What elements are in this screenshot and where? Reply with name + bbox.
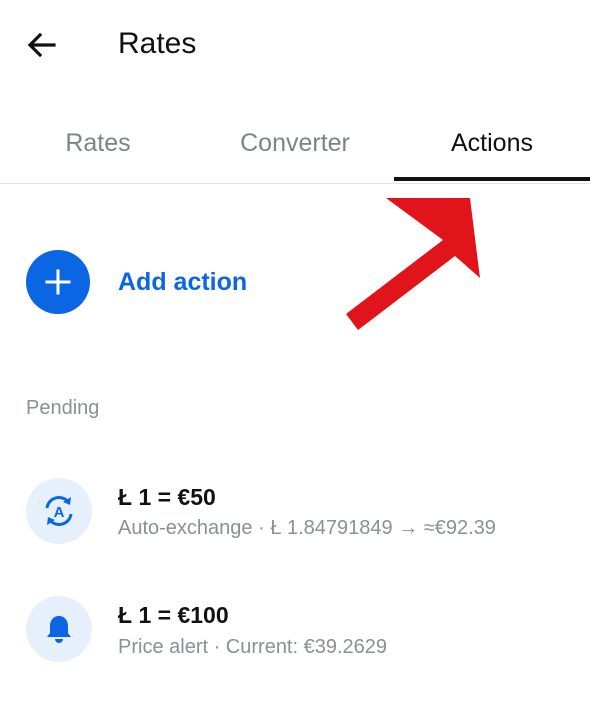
item-icon-container: A: [26, 478, 92, 544]
top-bar: Rates: [0, 0, 590, 92]
tab-bar: Rates Converter Actions: [0, 104, 590, 184]
item-icon-container: [26, 596, 92, 662]
list-item-price-alert[interactable]: Ł 1 = €100 Price alert · Current: €39.26…: [0, 590, 590, 680]
pending-section-label: Pending: [26, 397, 100, 419]
active-tab-indicator: [394, 177, 590, 181]
back-button[interactable]: [24, 26, 62, 64]
tab-converter[interactable]: Converter: [196, 104, 394, 183]
item-subtitle: Price alert · Current: €39.2629: [118, 636, 388, 658]
page-title: Rates: [118, 27, 197, 60]
bell-icon: [47, 616, 71, 643]
list-item-auto-exchange[interactable]: A Ł 1 = €50 Auto-exchange · Ł 1.84791849…: [0, 470, 590, 560]
add-action-button[interactable]: Add action: [26, 250, 247, 314]
item-title: Ł 1 = €100: [118, 602, 229, 628]
annotation-arrow-icon: [346, 198, 480, 330]
add-action-label: Add action: [118, 267, 248, 296]
plus-icon: [45, 269, 71, 295]
add-action-circle: [26, 250, 90, 314]
arrow-left-icon: [27, 32, 56, 58]
tab-actions[interactable]: Actions: [394, 104, 590, 183]
auto-exchange-icon: A: [45, 496, 73, 526]
tab-rates[interactable]: Rates: [0, 104, 196, 183]
item-title: Ł 1 = €50: [118, 484, 216, 510]
item-subtitle: Auto-exchange · Ł 1.84791849 → ≈€92.39: [118, 517, 496, 539]
svg-text:A: A: [54, 504, 65, 521]
